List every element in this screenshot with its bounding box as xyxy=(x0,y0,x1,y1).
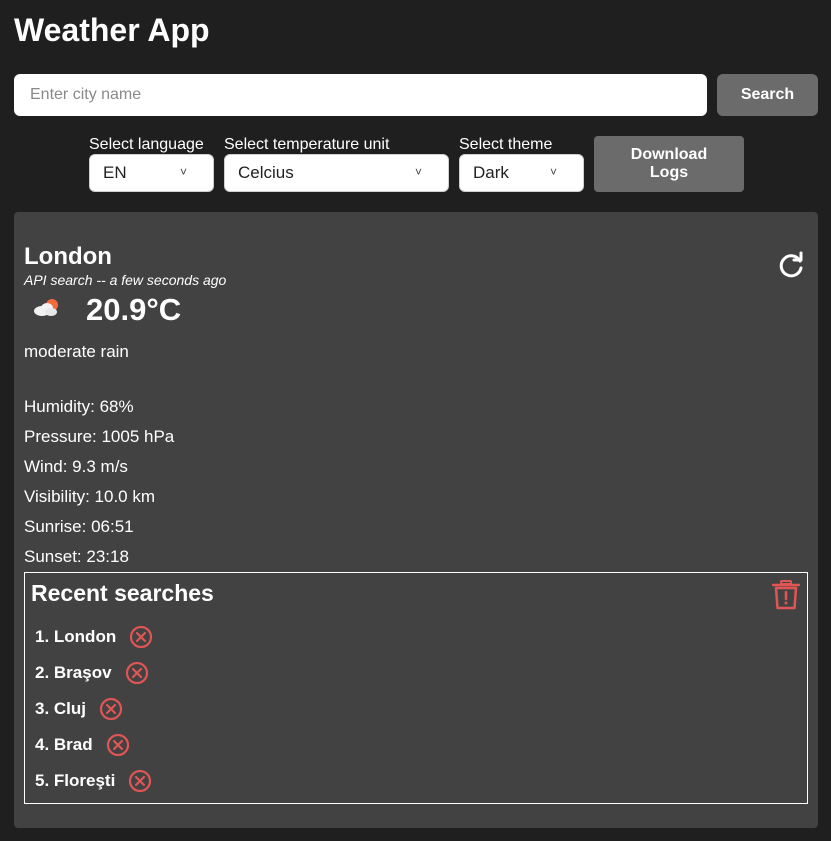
theme-select[interactable]: Dark ˅ xyxy=(459,154,584,192)
recent-item-label[interactable]: 3. Cluj xyxy=(35,699,86,719)
language-label: Select language xyxy=(89,136,204,153)
search-input[interactable] xyxy=(14,74,707,116)
theme-value: Dark xyxy=(473,163,509,182)
list-item: 2. Braşov xyxy=(35,655,153,691)
list-item: 5. Floreşti xyxy=(35,763,153,799)
refresh-icon[interactable] xyxy=(776,250,806,280)
list-item: 1. London xyxy=(35,619,153,655)
chevron-down-icon: ˅ xyxy=(180,165,188,179)
recent-item-label[interactable]: 5. Floreşti xyxy=(35,771,115,791)
unit-select[interactable]: Celcius ˅ xyxy=(224,154,449,192)
unit-label: Select temperature unit xyxy=(224,136,390,153)
close-circle-icon[interactable] xyxy=(129,625,153,649)
sunrise: Sunrise: 06:51 xyxy=(24,517,134,536)
close-circle-icon[interactable] xyxy=(106,733,130,757)
city-name: London xyxy=(24,243,112,270)
theme-label: Select theme xyxy=(459,136,553,153)
humidity: Humidity: 68% xyxy=(24,397,134,416)
pressure: Pressure: 1005 hPa xyxy=(24,427,175,446)
language-select[interactable]: EN ˅ xyxy=(89,154,214,192)
recent-item-label[interactable]: 4. Brad xyxy=(35,735,93,755)
weather-description: moderate rain xyxy=(24,342,129,361)
chevron-down-icon: ˅ xyxy=(550,165,558,179)
wind: Wind: 9.3 m/s xyxy=(24,457,128,476)
download-logs-button[interactable]: Download Logs xyxy=(594,136,744,192)
list-item: 3. Cluj xyxy=(35,691,153,727)
recent-item-label[interactable]: 2. Braşov xyxy=(35,663,112,683)
recent-searches-list: 1. London 2. Braşov 3. Cluj 4. Brad 5. F… xyxy=(35,619,153,799)
temperature: 20.9°C xyxy=(86,292,182,327)
app-title: Weather App xyxy=(14,12,210,48)
language-value: EN xyxy=(103,163,127,182)
close-circle-icon[interactable] xyxy=(125,661,149,685)
chevron-down-icon: ˅ xyxy=(415,165,423,179)
source-timestamp: API search -- a few seconds ago xyxy=(24,272,227,288)
partly-cloudy-icon xyxy=(34,299,58,316)
weather-app: Weather App Search Select language EN ˅ … xyxy=(0,0,831,841)
recent-searches: Recent searches 1. London 2. Braşov 3. C… xyxy=(24,572,808,804)
unit-value: Celcius xyxy=(238,163,294,182)
search-bar: Search xyxy=(14,74,818,116)
weather-card: London API search -- a few seconds ago 2… xyxy=(14,212,818,828)
recent-item-label[interactable]: 1. London xyxy=(35,627,116,647)
sunset: Sunset: 23:18 xyxy=(24,547,129,566)
list-item: 4. Brad xyxy=(35,727,153,763)
close-circle-icon[interactable] xyxy=(128,769,152,793)
recent-searches-title: Recent searches xyxy=(31,580,214,606)
visibility: Visibility: 10.0 km xyxy=(24,487,156,506)
settings-controls: Select language EN ˅ Select temperature … xyxy=(0,134,831,194)
close-circle-icon[interactable] xyxy=(99,697,123,721)
search-button[interactable]: Search xyxy=(717,74,818,116)
trash-icon[interactable] xyxy=(772,580,800,610)
